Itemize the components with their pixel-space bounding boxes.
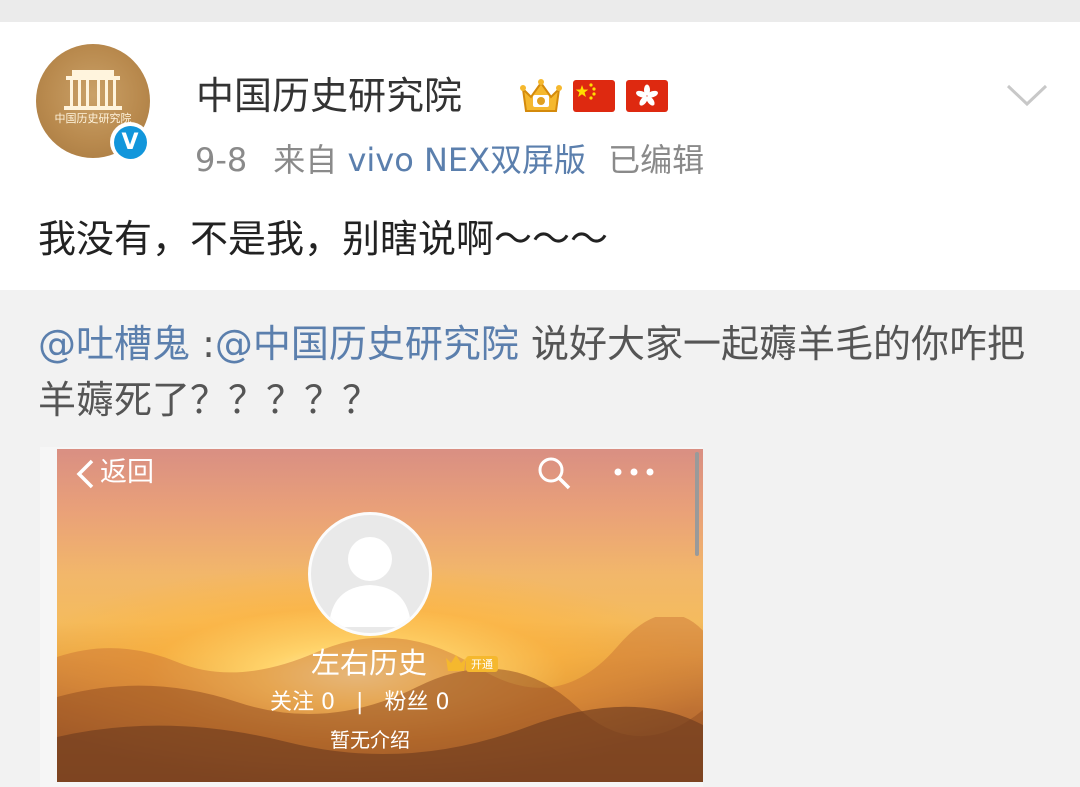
back-label: 返回 [100,457,154,488]
profile-stats: 关注 0 | 粉丝 0 [270,688,449,718]
search-icon[interactable] [536,455,572,491]
followers-count: 0 [435,690,450,715]
verified-badge-icon: V [110,122,150,162]
followers-label: 粉丝 [384,690,429,715]
post-date: 9-8 [195,141,248,179]
image-scrollbar [695,452,699,556]
vip-open-badge-icon: 开通 [446,655,498,672]
profile-name: 左右历史 [311,646,428,680]
profile-avatar-placeholder [308,512,432,636]
following-label: 关注 [270,690,315,715]
post-device-link[interactable]: vivo NEX双屏版 [347,141,586,179]
vip-label: 开通 [471,658,493,671]
post-meta: 9-8 来自 vivo NEX双屏版 已编辑 [195,138,704,182]
following-count: 0 [321,690,336,715]
more-options-icon[interactable] [612,466,656,478]
chevron-left-icon [76,459,94,489]
profile-bio: 暂无介绍 [330,728,410,752]
back-button[interactable]: 返回 [74,456,164,492]
post-username[interactable]: 中国历史研究院 [196,72,462,120]
vip-crown-icon [520,79,562,112]
repost-mention-author[interactable]: @吐槽鬼 [38,322,190,366]
post-source-prefix: 来自 [273,141,338,179]
post-edited-label[interactable]: 已编辑 [608,141,704,179]
repost-text: @吐槽鬼 :@中国历史研究院 说好大家一起薅羊毛的你咋把羊薅死了？？？？？ [38,316,1048,428]
building-logo-icon [64,70,122,110]
default-user-icon [329,537,411,627]
post-text: 我没有，不是我，别瞎说啊～～～ [38,217,609,261]
stats-divider: | [356,690,364,715]
repost-separator: : [190,322,215,366]
top-bar [0,0,1080,22]
repost-mention-target[interactable]: @中国历史研究院 [215,322,519,366]
chevron-down-icon[interactable] [1005,82,1049,108]
china-flag-icon [573,80,615,112]
hong-kong-flag-icon [626,80,668,112]
